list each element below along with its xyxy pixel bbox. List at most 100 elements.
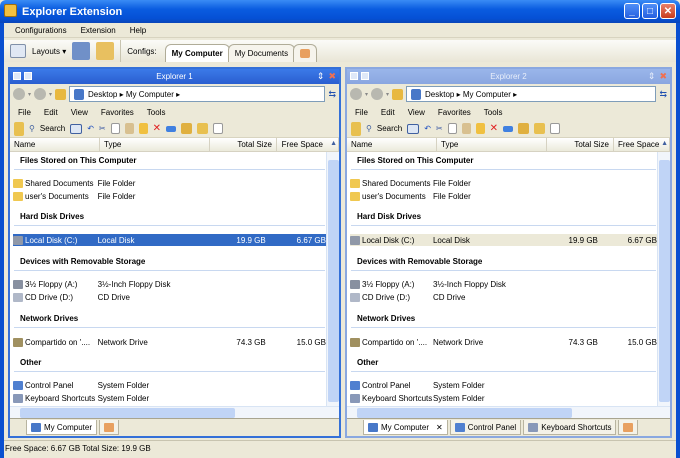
column-type[interactable]: Type bbox=[437, 138, 547, 151]
list-item[interactable]: Shared Documents File Folder bbox=[13, 177, 326, 189]
list-item[interactable]: CD Drive (D:) CD Drive bbox=[350, 291, 657, 303]
properties-icon[interactable] bbox=[550, 123, 561, 134]
scroll-up-icon[interactable]: ▲ bbox=[661, 140, 668, 147]
panel-tab[interactable]: Control Panel bbox=[449, 420, 522, 435]
views-icon[interactable] bbox=[70, 123, 83, 134]
panel-tab[interactable]: My Computer ✕ bbox=[363, 420, 448, 435]
rename-icon[interactable] bbox=[166, 125, 177, 132]
maximize-button[interactable]: □ bbox=[642, 3, 658, 19]
new-config-tab[interactable] bbox=[293, 44, 318, 62]
config-tab-my-documents[interactable]: My Documents bbox=[227, 44, 296, 62]
copy-to-icon[interactable] bbox=[534, 123, 546, 134]
new-tab-button[interactable] bbox=[618, 420, 639, 435]
list-item[interactable]: Keyboard Shortcuts System Folder bbox=[13, 392, 326, 404]
panel-window-icon[interactable] bbox=[24, 72, 32, 80]
panel-close-icon[interactable]: ✖ bbox=[659, 69, 667, 84]
move-to-icon[interactable] bbox=[518, 123, 530, 134]
panel-menu-view[interactable]: View bbox=[408, 108, 425, 117]
layouts-button[interactable]: Layouts ▾ bbox=[32, 47, 66, 56]
go-icon[interactable]: ⇆ bbox=[328, 89, 336, 100]
panel-menu-view[interactable]: View bbox=[71, 108, 88, 117]
folders-icon[interactable] bbox=[14, 121, 24, 136]
column-type[interactable]: Type bbox=[100, 138, 210, 151]
search-button[interactable]: Search bbox=[377, 124, 402, 133]
config-tab-my-computer[interactable]: My Computer bbox=[164, 44, 230, 62]
scroll-up-icon[interactable]: ▲ bbox=[330, 140, 337, 147]
panel-menu-file[interactable]: File bbox=[355, 108, 368, 117]
panel-menu-tools[interactable]: Tools bbox=[484, 108, 503, 117]
list-item[interactable]: Control Panel System Folder bbox=[13, 379, 326, 391]
panel-close-icon[interactable]: ✖ bbox=[328, 69, 336, 84]
list-item[interactable]: 3½ Floppy (A:) 3½-Inch Floppy Disk bbox=[350, 278, 657, 290]
rename-icon[interactable] bbox=[503, 125, 514, 132]
address-bar[interactable]: Desktop ▸ My Computer ▸ bbox=[406, 86, 657, 102]
forward-dropdown-icon[interactable]: ▾ bbox=[386, 91, 389, 98]
panel-menu-file[interactable]: File bbox=[18, 108, 31, 117]
panel-menu-icon[interactable] bbox=[350, 72, 358, 80]
back-dropdown-icon[interactable]: ▾ bbox=[28, 91, 31, 98]
panel-swap-icon[interactable]: ⇕ bbox=[317, 69, 325, 84]
back-dropdown-icon[interactable]: ▾ bbox=[365, 91, 368, 98]
list-item[interactable]: Control Panel System Folder bbox=[350, 379, 657, 391]
panel-tab[interactable]: My Computer bbox=[26, 420, 98, 435]
panel-menu-tools[interactable]: Tools bbox=[147, 108, 166, 117]
up-folder-icon[interactable] bbox=[392, 88, 404, 100]
hscroll-thumb[interactable] bbox=[20, 408, 235, 418]
list-item[interactable]: CD Drive (D:) CD Drive bbox=[13, 291, 326, 303]
list-item[interactable]: Compartido on '.... Network Drive 74.3 G… bbox=[13, 336, 326, 348]
list-item[interactable]: user's Documents File Folder bbox=[350, 190, 657, 202]
horizontal-scrollbar[interactable] bbox=[10, 406, 339, 418]
panel-menu-edit[interactable]: Edit bbox=[44, 108, 58, 117]
panel-tab[interactable]: Keyboard Shortcuts bbox=[523, 420, 617, 435]
column-name[interactable]: Name bbox=[347, 138, 437, 151]
go-icon[interactable]: ⇆ bbox=[659, 89, 667, 100]
column-name[interactable]: Name bbox=[10, 138, 100, 151]
hscroll-thumb[interactable] bbox=[357, 408, 572, 418]
panel-swap-icon[interactable]: ⇕ bbox=[648, 69, 656, 84]
column-total-size[interactable]: Total Size bbox=[547, 138, 614, 151]
search-button[interactable]: Search bbox=[40, 124, 65, 133]
menu-configurations[interactable]: Configurations bbox=[15, 26, 67, 35]
back-button[interactable] bbox=[13, 88, 25, 100]
panel-window-icon[interactable] bbox=[361, 72, 369, 80]
list-item[interactable]: 3½ Floppy (A:) 3½-Inch Floppy Disk bbox=[13, 278, 326, 290]
vertical-scrollbar[interactable] bbox=[657, 152, 670, 406]
forward-button[interactable] bbox=[371, 88, 384, 100]
undo-icon[interactable]: ↶ bbox=[424, 124, 431, 133]
new-tab-button[interactable] bbox=[99, 420, 120, 435]
minimize-button[interactable]: _ bbox=[624, 3, 640, 19]
horizontal-scrollbar[interactable] bbox=[347, 406, 670, 418]
list-item[interactable]: Local Disk (C:) Local Disk 19.9 GB 6.67 … bbox=[350, 234, 657, 246]
folders-icon[interactable] bbox=[351, 121, 361, 136]
column-total-size[interactable]: Total Size bbox=[210, 138, 277, 151]
forward-dropdown-icon[interactable]: ▾ bbox=[49, 91, 52, 98]
list-item[interactable]: user's Documents File Folder bbox=[13, 190, 326, 202]
move-to-icon[interactable] bbox=[181, 123, 193, 134]
network-icon[interactable] bbox=[72, 42, 91, 60]
properties-icon[interactable] bbox=[213, 123, 224, 134]
new-folder-icon[interactable] bbox=[475, 123, 485, 134]
panel-menu-icon[interactable] bbox=[13, 72, 21, 80]
views-icon[interactable] bbox=[407, 123, 420, 134]
scroll-thumb[interactable] bbox=[659, 160, 670, 402]
paste-icon[interactable] bbox=[461, 123, 471, 134]
panel-menu-edit[interactable]: Edit bbox=[381, 108, 395, 117]
panel-menu-favorites[interactable]: Favorites bbox=[101, 108, 134, 117]
menu-extension[interactable]: Extension bbox=[81, 26, 116, 35]
paste-icon[interactable] bbox=[124, 123, 134, 134]
delete-icon[interactable]: ✕ bbox=[153, 123, 161, 134]
back-button[interactable] bbox=[350, 88, 362, 100]
cut-icon[interactable]: ✂ bbox=[436, 124, 443, 133]
copy-to-icon[interactable] bbox=[197, 123, 209, 134]
cut-icon[interactable]: ✂ bbox=[99, 124, 106, 133]
copy-icon[interactable] bbox=[110, 123, 120, 134]
tab-close-icon[interactable]: ✕ bbox=[436, 423, 443, 432]
address-bar[interactable]: Desktop ▸ My Computer ▸ bbox=[69, 86, 326, 102]
vertical-scrollbar[interactable] bbox=[326, 152, 339, 406]
sync-folder-icon[interactable] bbox=[96, 42, 115, 60]
delete-icon[interactable]: ✕ bbox=[490, 123, 498, 134]
scroll-thumb[interactable] bbox=[328, 160, 339, 402]
list-item[interactable]: Compartido on '.... Network Drive 74.3 G… bbox=[350, 336, 657, 348]
new-folder-icon[interactable] bbox=[138, 123, 148, 134]
list-item[interactable]: Shared Documents File Folder bbox=[350, 177, 657, 189]
